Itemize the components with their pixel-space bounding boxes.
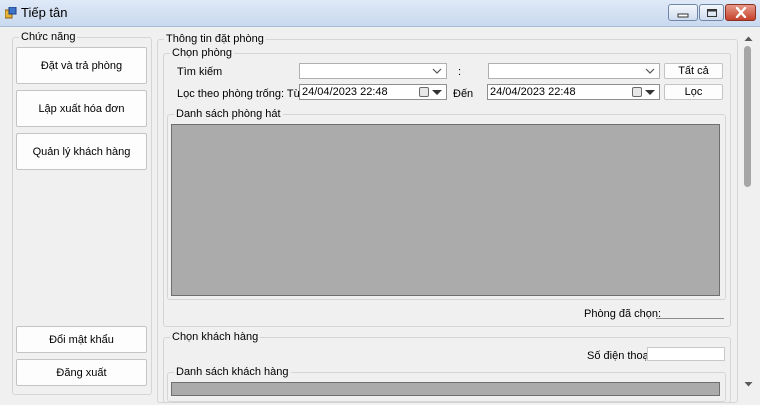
logout-button[interactable]: Đăng xuất — [16, 359, 147, 386]
customer-select-label: Chọn khách hàng — [172, 331, 259, 343]
calendar-icon[interactable] — [419, 87, 429, 97]
phone-label: Số điện thoại — [587, 350, 652, 362]
maximize-button[interactable] — [699, 4, 724, 21]
filter-button[interactable]: Lọc — [664, 84, 723, 100]
phone-input[interactable] — [647, 347, 725, 361]
app-icon — [5, 7, 17, 19]
calendar-icon[interactable] — [632, 87, 642, 97]
close-button[interactable] — [725, 4, 756, 21]
booking-info-label: Thông tin đặt phòng — [166, 33, 264, 45]
chevron-down-icon — [645, 68, 655, 74]
scroll-down-icon[interactable] — [744, 381, 753, 388]
from-date-value: 24/04/2023 22:48 — [302, 86, 388, 98]
scroll-up-icon[interactable] — [744, 35, 753, 42]
dropdown-arrow-icon[interactable] — [645, 90, 655, 95]
room-select-label: Chọn phòng — [172, 47, 232, 59]
main-window: Tiếp tân Chức năng Đặt và trả phòng Lập … — [0, 0, 760, 405]
to-date-picker[interactable]: 24/04/2023 22:48 — [487, 84, 660, 100]
search-separator: : — [458, 66, 462, 78]
selected-room-field[interactable] — [656, 305, 724, 319]
room-list-label: Danh sách phòng hát — [176, 108, 281, 120]
selected-room-label: Phòng đã chọn: — [584, 308, 662, 320]
title-bar: Tiếp tân — [0, 0, 760, 27]
show-all-button[interactable]: Tất cả — [664, 63, 723, 79]
invoice-button[interactable]: Lập xuất hóa đơn — [16, 90, 147, 127]
to-date-value: 24/04/2023 22:48 — [490, 86, 576, 98]
minimize-button[interactable] — [668, 4, 698, 21]
window-title: Tiếp tân — [21, 5, 68, 20]
search-value-combo[interactable] — [488, 63, 660, 79]
customer-list-grid[interactable] — [171, 382, 720, 396]
search-field-combo[interactable] — [299, 63, 447, 79]
function-panel-label: Chức năng — [21, 31, 76, 43]
maximize-icon — [700, 5, 723, 20]
chevron-down-icon — [432, 68, 442, 74]
vertical-scrollbar[interactable] — [740, 33, 757, 392]
customer-management-button[interactable]: Quản lý khách hàng — [16, 133, 147, 170]
search-label: Tìm kiếm — [177, 66, 223, 78]
scrollbar-thumb[interactable] — [744, 46, 751, 187]
from-date-picker[interactable]: 24/04/2023 22:48 — [299, 84, 447, 100]
minimize-icon — [669, 5, 697, 20]
customer-list-label: Danh sách khách hàng — [176, 366, 289, 378]
to-label: Đến — [453, 88, 474, 100]
check-in-out-button[interactable]: Đặt và trả phòng — [16, 47, 147, 84]
filter-label: Lọc theo phòng trống: Từ — [177, 88, 301, 100]
room-list-grid[interactable] — [171, 124, 720, 296]
change-password-button[interactable]: Đổi mật khẩu — [16, 326, 147, 353]
close-icon — [726, 5, 755, 20]
dropdown-arrow-icon[interactable] — [432, 90, 442, 95]
